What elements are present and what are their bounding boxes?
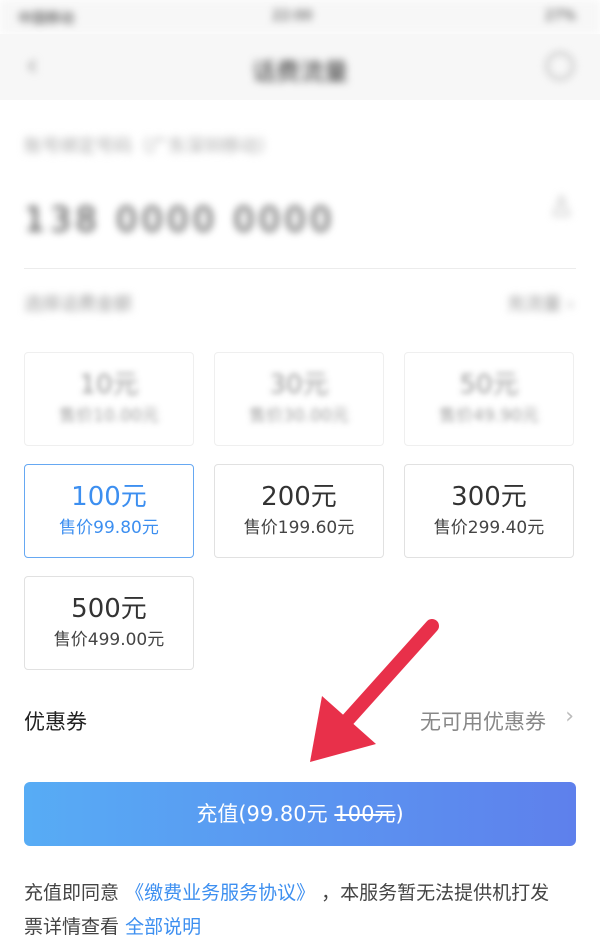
clock: 22:00 — [272, 8, 313, 24]
original-price: 100元 — [334, 802, 396, 826]
status-bar: 中国移动 22:00 27% — [0, 0, 600, 34]
carrier-label: 中国移动 — [18, 11, 74, 27]
amount-card-50[interactable]: 50元 售价49.90元 — [404, 352, 574, 446]
contact-icon[interactable]: ♙ — [549, 190, 574, 223]
divider — [24, 268, 576, 269]
full-description-link[interactable]: 全部说明 — [125, 916, 201, 938]
nav-bar: ‹ 话费流量 — [0, 34, 600, 100]
amount-card-200[interactable]: 200元 售价199.60元 — [214, 464, 384, 558]
agreement-line2: 票详情查看 — [24, 916, 120, 938]
coupon-label: 优惠券 — [24, 710, 87, 734]
card-price: 售价199.60元 — [243, 518, 355, 538]
agreement-middle: ，本服务暂无法提供机打发 — [321, 882, 550, 904]
card-price: 售价299.40元 — [433, 518, 545, 538]
recharge-price: 充值(99.80元 — [196, 802, 335, 826]
red-arrow-annotation — [310, 619, 439, 762]
card-amount: 50元 — [459, 370, 519, 400]
card-amount: 10元 — [79, 370, 139, 400]
amount-card-30[interactable]: 30元 售价30.00元 — [214, 352, 384, 446]
amount-card-10[interactable]: 10元 售价10.00元 — [24, 352, 194, 446]
page-title: 话费流量 — [252, 58, 348, 86]
card-amount: 100元 — [71, 482, 147, 512]
phone-number-input[interactable]: 138 0000 0000 — [24, 200, 336, 240]
card-price: 售价30.00元 — [249, 406, 349, 426]
agreement-text: 充值即同意 《缴费业务服务协议》 ，本服务暂无法提供机打发 票详情查看 全部说明 — [24, 876, 576, 944]
card-amount: 30元 — [269, 370, 329, 400]
account-label: 账号绑定号码（广东深圳移动） — [24, 136, 276, 157]
agreement-prefix: 充值即同意 — [24, 882, 120, 904]
service-agreement-link[interactable]: 《缴费业务服务协议》 — [125, 882, 315, 904]
card-amount: 500元 — [71, 594, 147, 624]
card-price: 售价99.80元 — [59, 518, 159, 538]
data-plan-link[interactable]: 充流量 › — [507, 290, 574, 316]
recharge-suffix: ) — [395, 802, 404, 826]
amount-section-label: 选择话费金额 — [24, 294, 132, 315]
amount-card-500[interactable]: 500元 售价499.00元 — [24, 576, 194, 670]
amount-card-100[interactable]: 100元 售价99.80元 — [24, 464, 194, 558]
battery-level: 27% — [544, 8, 576, 24]
amount-card-300[interactable]: 300元 售价299.40元 — [404, 464, 574, 558]
recharge-button[interactable]: 充值(99.80元 100元) — [24, 782, 576, 846]
card-price: 售价49.90元 — [439, 406, 539, 426]
card-amount: 200元 — [261, 482, 337, 512]
card-amount: 300元 — [451, 482, 527, 512]
card-price: 售价10.00元 — [59, 406, 159, 426]
chevron-right-icon[interactable]: › — [565, 704, 574, 729]
card-price: 售价499.00元 — [53, 630, 165, 650]
help-icon[interactable] — [546, 52, 574, 80]
